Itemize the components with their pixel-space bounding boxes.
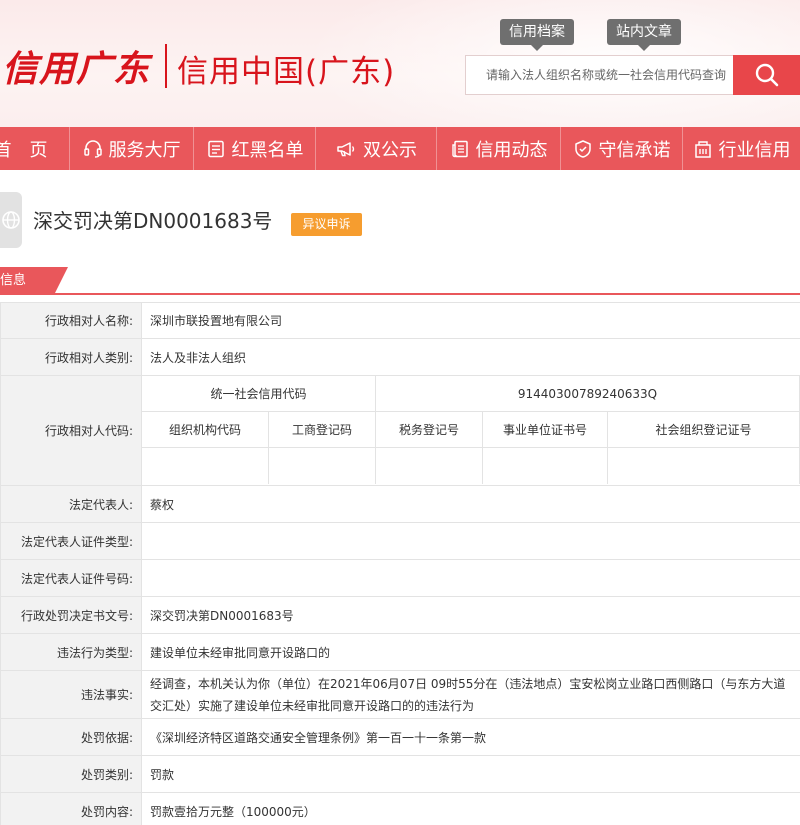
usc-header: 统一社会信用代码 <box>142 376 376 411</box>
row-label: 处罚内容: <box>1 793 142 825</box>
nav-item-label: 红黑名单 <box>231 139 304 161</box>
record-table: 行政相对人名称: 深圳市联投置地有限公司 行政相对人类别: 法人及非法人组织 行… <box>0 302 800 825</box>
search-button[interactable] <box>733 55 800 95</box>
table-row: 行政处罚决定书文号: 深交罚决第DN0001683号 <box>1 597 800 634</box>
code-value <box>269 448 376 484</box>
code-header: 事业单位证书号 <box>483 412 608 447</box>
row-value: 法人及非法人组织 <box>150 350 247 365</box>
code-header: 组织机构代码 <box>142 412 269 447</box>
nav-item-label: 首 页 <box>0 139 48 161</box>
nav-item-home[interactable]: 首 页 <box>0 127 70 170</box>
nav-item-industry-credit[interactable]: 行业信用 <box>683 127 800 170</box>
row-value: 深圳市联投置地有限公司 <box>150 314 283 328</box>
record-title-row: 深交罚决第DN0001683号 <box>0 192 800 250</box>
code-subtable: 统一社会信用代码 91440300789240633Q 组织机构代码 工商登记码… <box>142 376 800 485</box>
nav-item-credit-news[interactable]: 信用动态 <box>437 127 561 170</box>
table-row: 违法行为类型: 建设单位未经审批同意开设路口的 <box>1 634 800 671</box>
globe-icon <box>0 192 22 248</box>
row-value: 建设单位未经审批同意开设路口的 <box>150 645 331 660</box>
code-value <box>483 448 608 484</box>
section-header: 基础信息 <box>0 267 800 295</box>
search-input[interactable]: 请输入法人组织名称或统一社会信用代码查询 <box>465 55 733 95</box>
row-label: 行政相对人代码: <box>1 376 142 485</box>
table-row: 违法事实: 经调查，本机关认为你（单位）在2021年06月07日 09时55分在… <box>1 671 800 719</box>
usc-value: 91440300789240633Q <box>376 376 800 411</box>
row-label: 法定代表人: <box>1 486 142 522</box>
row-value <box>142 523 800 559</box>
nav-item-label: 服务大厅 <box>108 139 181 161</box>
megaphone-icon <box>337 141 355 156</box>
section-tab-basic-info[interactable]: 基础信息 <box>0 267 68 295</box>
code-row-headers: 组织机构代码 工商登记码 税务登记号 事业单位证书号 社会组织登记证号 <box>142 412 800 448</box>
section-tab-label: 基础信息 <box>0 273 27 288</box>
row-value: 蔡权 <box>150 497 175 512</box>
nav-item-red-black-list[interactable]: 红黑名单 <box>194 127 316 170</box>
row-label: 处罚依据: <box>1 719 142 755</box>
nav-item-credit-commitment[interactable]: 守信承诺 <box>561 127 683 170</box>
row-label: 违法事实: <box>1 671 142 718</box>
list-icon <box>207 140 224 157</box>
table-row: 行政相对人类别: 法人及非法人组织 <box>1 339 800 376</box>
logo-title[interactable]: 信用中国(广东) <box>177 46 395 91</box>
row-value: 《深圳经济特区道路交通安全管理条例》第一百一十一条第一款 <box>150 730 487 745</box>
row-value: 经调查，本机关认为你（单位）在2021年06月07日 09时55分在（违法地点）… <box>150 677 786 713</box>
table-row: 法定代表人证件号码: <box>1 560 800 597</box>
row-label: 处罚类别: <box>1 756 142 792</box>
code-row-values <box>142 448 800 484</box>
logo-script[interactable]: 信用广东 <box>2 40 150 92</box>
code-value <box>142 448 269 484</box>
row-value <box>142 560 800 596</box>
row-label: 行政处罚决定书文号: <box>1 597 142 633</box>
table-row: 处罚内容: 罚款壹拾万元整（100000元） <box>1 793 800 825</box>
code-value <box>376 448 483 484</box>
row-value: 罚款壹拾万元整（100000元） <box>150 804 316 819</box>
logo-divider <box>165 44 167 88</box>
building-icon <box>694 140 711 158</box>
main-nav: 首 页 服务大厅 红黑名单 双公示 信用动态 守信承诺 行业信用 <box>0 127 800 170</box>
tab-site-articles[interactable]: 站内文章 <box>607 19 681 51</box>
nav-item-label: 守信承诺 <box>598 139 671 161</box>
code-header: 工商登记码 <box>269 412 376 447</box>
row-label: 违法行为类型: <box>1 634 142 670</box>
row-value: 深交罚决第DN0001683号 <box>150 608 294 623</box>
row-label: 行政相对人类别: <box>1 339 142 375</box>
appeal-button[interactable]: 异议申诉 <box>291 213 362 236</box>
code-header: 社会组织登记证号 <box>608 412 800 447</box>
row-value: 罚款 <box>150 767 175 782</box>
site-header: 信用广东 信用中国(广东) 信用档案 站内文章 请输入法人组织名称或统一社会信用… <box>0 0 800 127</box>
table-row: 法定代表人证件类型: <box>1 523 800 560</box>
table-row-codes: 行政相对人代码: 统一社会信用代码 91440300789240633Q 组织机… <box>1 376 800 486</box>
nav-item-double-publicity[interactable]: 双公示 <box>316 127 437 170</box>
table-row: 行政相对人名称: 深圳市联投置地有限公司 <box>1 302 800 339</box>
search-icon <box>755 63 778 87</box>
table-row: 处罚依据: 《深圳经济特区道路交通安全管理条例》第一百一十一条第一款 <box>1 719 800 756</box>
code-header: 税务登记号 <box>376 412 483 447</box>
nav-item-label: 行业信用 <box>718 139 791 161</box>
news-icon <box>451 140 468 157</box>
page-title: 深交罚决第DN0001683号 <box>33 209 273 233</box>
headset-icon <box>83 139 102 158</box>
table-row: 处罚类别: 罚款 <box>1 756 800 793</box>
nav-item-label: 信用动态 <box>475 139 548 161</box>
row-label: 行政相对人名称: <box>1 303 142 338</box>
row-label: 法定代表人证件号码: <box>1 560 142 596</box>
nav-item-service-hall[interactable]: 服务大厅 <box>70 127 194 170</box>
code-row-usc: 统一社会信用代码 91440300789240633Q <box>142 376 800 412</box>
shield-icon <box>574 139 591 158</box>
table-row: 法定代表人: 蔡权 <box>1 486 800 523</box>
tab-credit-archive[interactable]: 信用档案 <box>500 19 574 51</box>
nav-item-label: 双公示 <box>363 139 417 161</box>
code-value <box>608 448 800 484</box>
row-label: 法定代表人证件类型: <box>1 523 142 559</box>
